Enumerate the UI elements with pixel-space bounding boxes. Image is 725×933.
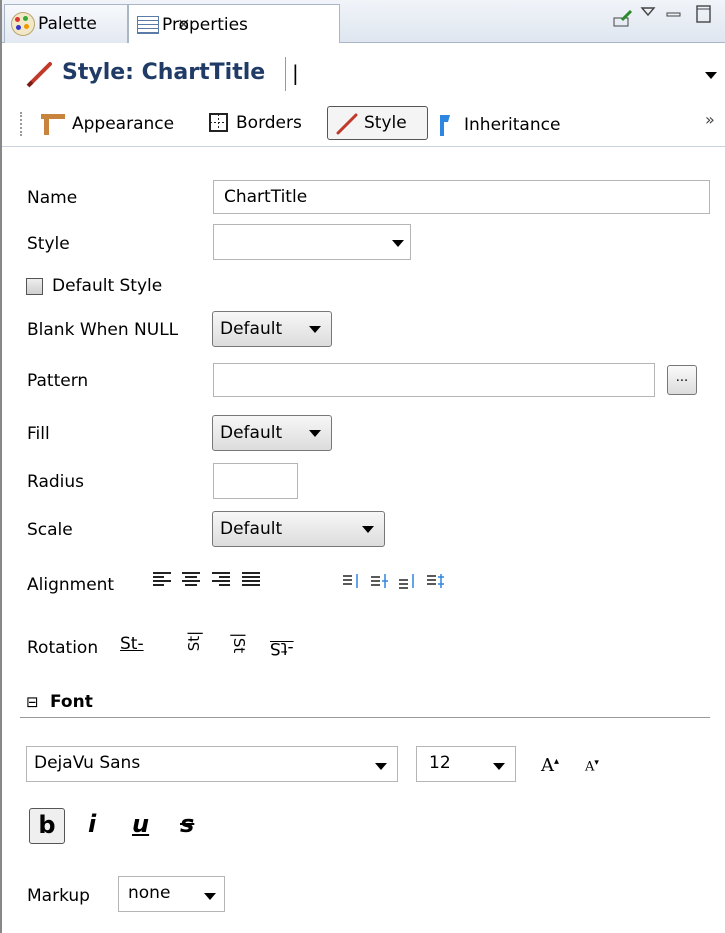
chevron-down-icon: [392, 240, 404, 247]
properties-icon: [137, 15, 159, 34]
blank-when-null-select[interactable]: Default: [212, 311, 332, 347]
pattern-input[interactable]: [213, 363, 655, 397]
rotation-left-icon[interactable]: St|: [185, 631, 203, 651]
scale-select[interactable]: Default: [212, 511, 385, 547]
tab-inheritance[interactable]: Inheritance: [434, 112, 560, 138]
font-section-title: Font: [50, 692, 93, 712]
borders-icon: [209, 113, 228, 132]
radius-label: Radius: [27, 472, 85, 492]
valign-justify-icon[interactable]: [426, 572, 446, 595]
align-right-icon[interactable]: [212, 572, 230, 588]
align-center-icon[interactable]: [182, 572, 200, 588]
tab-palette[interactable]: Palette: [4, 4, 128, 43]
markup-label: Markup: [27, 886, 90, 906]
font-size-combo[interactable]: 12: [416, 746, 516, 782]
fill-value: Default: [220, 423, 283, 443]
toolbar-overflow-icon[interactable]: »: [705, 110, 715, 129]
style-icon: [336, 113, 358, 135]
strikethrough-button[interactable]: s: [180, 810, 194, 838]
markup-value: none: [128, 883, 171, 903]
name-label: Name: [27, 188, 78, 208]
chevron-down-icon: [204, 893, 216, 900]
tab-borders-label: Borders: [236, 113, 302, 133]
scale-value: Default: [220, 519, 283, 539]
tab-borders[interactable]: Borders: [208, 112, 302, 134]
chevron-down-icon: [493, 763, 505, 770]
blank-when-null-label: Blank When NULL: [27, 320, 179, 340]
tab-style-label: Style: [364, 113, 407, 133]
radius-input[interactable]: [213, 463, 298, 499]
valign-middle-icon[interactable]: [370, 572, 390, 595]
collapse-toggle-icon[interactable]: ⊟: [26, 693, 39, 711]
chevron-down-icon: [375, 763, 387, 770]
font-size-value: 12: [429, 753, 451, 773]
valign-top-icon[interactable]: [342, 572, 362, 595]
chevron-down-icon: [362, 525, 374, 533]
toolbar-grip: [20, 112, 24, 136]
palette-icon: [11, 12, 35, 36]
bold-button[interactable]: b: [29, 808, 65, 844]
style-brush-icon: [26, 60, 56, 93]
pin-icon[interactable]: [612, 8, 634, 33]
decrease-font-label: A: [585, 759, 595, 775]
fill-label: Fill: [27, 424, 50, 444]
element-selector-value: |: [292, 61, 299, 85]
tab-appearance-label: Appearance: [72, 114, 175, 134]
view-frame-border: [0, 0, 2, 933]
view-menu-icon[interactable]: [640, 4, 656, 25]
page-title: Style: ChartTitle: [62, 60, 266, 85]
markup-select[interactable]: none: [118, 876, 225, 912]
pattern-browse-button[interactable]: ...: [667, 365, 697, 395]
increase-font-label: A: [541, 755, 554, 776]
tab-style[interactable]: Style: [327, 106, 428, 140]
appearance-icon: [41, 114, 65, 135]
pattern-label: Pattern: [27, 371, 89, 391]
font-family-combo[interactable]: DejaVu Sans: [26, 746, 398, 782]
underline-button[interactable]: u: [132, 810, 149, 838]
inheritance-icon: [440, 115, 450, 136]
default-style-checkbox[interactable]: [26, 278, 43, 295]
name-input[interactable]: ChartTitle: [213, 180, 710, 214]
tab-properties-label: Properties: [162, 14, 248, 35]
style-select[interactable]: [213, 224, 411, 260]
style-label: Style: [27, 234, 70, 254]
align-left-icon[interactable]: [153, 572, 171, 588]
increase-font-button[interactable]: A▴: [541, 755, 559, 776]
fill-select[interactable]: Default: [212, 415, 332, 451]
font-family-value: DejaVu Sans: [34, 753, 141, 773]
alignment-label: Alignment: [27, 575, 115, 595]
tab-palette-label: Palette: [38, 14, 97, 34]
chevron-down-icon: [705, 72, 717, 79]
decrease-font-button[interactable]: A▾: [585, 758, 599, 774]
default-style-label: Default Style: [52, 276, 163, 296]
tab-inheritance-label: Inheritance: [464, 115, 561, 135]
maximize-icon[interactable]: [695, 4, 713, 31]
section-divider: [20, 717, 710, 718]
blank-when-null-value: Default: [220, 319, 283, 339]
rotation-label: Rotation: [27, 638, 99, 658]
rotation-right-icon[interactable]: |St: [230, 633, 248, 653]
name-input-value: ChartTitle: [224, 187, 308, 207]
tab-properties[interactable]: Properties ✕: [128, 4, 340, 44]
chevron-down-icon: [309, 325, 321, 333]
align-justify-icon[interactable]: [242, 572, 260, 588]
scale-label: Scale: [27, 520, 73, 540]
rotation-upside-down-icon[interactable]: -tS: [270, 638, 294, 658]
element-selector-combo[interactable]: |: [285, 57, 724, 91]
italic-button[interactable]: i: [88, 810, 96, 838]
tab-appearance[interactable]: Appearance: [38, 112, 174, 136]
valign-bottom-icon[interactable]: [398, 572, 418, 595]
minimize-icon[interactable]: [666, 6, 682, 27]
rotation-none-icon[interactable]: St-: [120, 634, 144, 654]
chevron-down-icon: [309, 429, 321, 437]
